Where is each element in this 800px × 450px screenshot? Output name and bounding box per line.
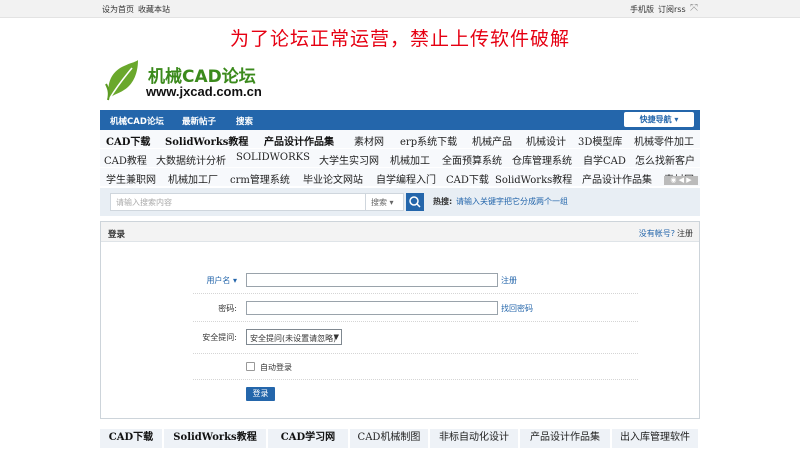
divider — [193, 379, 638, 380]
link-item[interactable]: CAD下载 — [106, 133, 150, 148]
password-input[interactable] — [246, 301, 498, 315]
link-item[interactable]: 产品设计作品集 — [264, 133, 334, 148]
link-item[interactable]: erp系统下载 — [400, 133, 457, 148]
footer-link[interactable]: CAD机械制图 — [350, 429, 430, 448]
leaf-icon — [105, 60, 138, 101]
main-nav: 机械CAD论坛 最新帖子 搜索 快捷导航 ▾ — [100, 110, 700, 130]
link-item[interactable]: SOLIDWORKS — [236, 152, 310, 163]
footer-link[interactable]: 非标自动化设计 — [430, 429, 520, 448]
link-item[interactable]: 产品设计作品集 — [582, 171, 652, 186]
link-item[interactable]: 自学CAD — [583, 152, 626, 167]
divider — [193, 293, 638, 294]
security-question-label: 安全提问: — [202, 333, 237, 342]
security-question-select[interactable]: 安全提问(未设置请忽略) ▼ — [246, 329, 342, 345]
footer-link[interactable]: CAD学习网 — [268, 429, 350, 448]
divider — [193, 353, 638, 354]
set-homepage-link[interactable]: 设为首页 — [102, 4, 134, 15]
hot-search-label: 热搜: — [433, 197, 453, 206]
search-input[interactable]: 请输入搜索内容 — [110, 193, 366, 211]
footer-link[interactable]: CAD下载 — [100, 429, 164, 448]
mobile-version-link[interactable]: 手机版 — [630, 4, 654, 15]
link-row-2: CAD教程 大数据统计分析 SOLIDWORKS 大学生实习网 机械加工 全面预… — [100, 149, 700, 167]
link-item[interactable]: 仓库管理系统 — [512, 152, 572, 167]
footer-link[interactable]: 产品设计作品集 — [520, 429, 612, 448]
link-item[interactable]: 机械加工 — [390, 152, 430, 167]
no-account-text[interactable]: 没有帐号? — [639, 228, 675, 239]
footer-link[interactable]: 出入库管理软件 — [612, 429, 700, 448]
search-type-select[interactable]: 搜索 ▾ — [366, 193, 404, 211]
search-bar: 请输入搜索内容 搜索 ▾ 热搜: 请输入关键字把它分成两个一组 — [100, 188, 700, 216]
link-item[interactable]: 大学生实习网 — [319, 152, 379, 167]
password-label: 密码: — [218, 304, 237, 313]
username-input[interactable] — [246, 273, 498, 287]
security-question-value: 安全提问(未设置请忽略) — [250, 334, 337, 343]
link-item[interactable]: 大数据统计分析 — [156, 152, 226, 167]
link-item[interactable]: 机械设计 — [526, 133, 566, 148]
link-item[interactable]: 3D模型库 — [578, 133, 622, 148]
link-item[interactable]: 素材网 — [354, 133, 384, 148]
link-item[interactable]: SolidWorks教程 — [495, 171, 572, 186]
link-item[interactable]: crm管理系统 — [230, 171, 290, 186]
top-bar: 设为首页 收藏本站 手机版 订阅rss ⤧ — [0, 0, 800, 18]
link-row-1: CAD下载 SolidWorks教程 产品设计作品集 素材网 erp系统下载 机… — [100, 130, 700, 148]
login-submit-button[interactable]: 登录 — [246, 387, 275, 401]
auto-login-label[interactable]: 自动登录 — [260, 362, 292, 373]
auto-login-checkbox[interactable] — [246, 362, 255, 371]
bookmark-link[interactable]: 收藏本站 — [138, 4, 170, 15]
nav-item-latest[interactable]: 最新帖子 — [182, 115, 216, 127]
link-item[interactable]: 学生兼职网 — [106, 171, 156, 186]
register-link[interactable]: 注册 — [501, 275, 517, 286]
nav-item-forum[interactable]: 机械CAD论坛 — [110, 115, 164, 127]
forgot-password-link[interactable]: 找回密码 — [501, 303, 533, 314]
link-item[interactable]: 怎么找新客户 — [635, 152, 695, 167]
site-logo[interactable]: 机械CAD论坛 www.jxcad.com.cn — [104, 56, 274, 104]
notice-banner: 为了论坛正常运营，禁止上传软件破解 — [229, 28, 570, 50]
link-row-3: 学生兼职网 机械加工厂 crm管理系统 毕业论文网站 自学编程入门 CAD下载 … — [100, 168, 700, 186]
login-title: 登录 — [108, 230, 126, 240]
link-item[interactable]: 机械加工厂 — [168, 171, 218, 186]
select-arrow-icon: ▼ — [333, 333, 339, 341]
link-item[interactable]: 机械零件加工 — [634, 133, 694, 148]
login-panel: 登录 没有帐号? 注册 用户名 ▾ 注册 密码: 找回密码 安全提问: 安全提问… — [100, 221, 700, 419]
expand-icon[interactable]: ⤧ — [690, 3, 698, 14]
link-item[interactable]: 机械产品 — [472, 133, 512, 148]
hot-search-text[interactable]: 请输入关键字把它分成两个一组 — [456, 196, 568, 207]
logo-url: www.jxcad.com.cn — [146, 84, 262, 99]
footer-link[interactable]: SolidWorks教程 — [164, 429, 268, 448]
quick-nav-button[interactable]: 快捷导航 ▾ — [624, 112, 694, 127]
link-item[interactable]: CAD下载 — [446, 171, 489, 186]
rss-link[interactable]: 订阅rss — [658, 4, 686, 15]
link-item[interactable]: 毕业论文网站 — [303, 171, 363, 186]
link-item[interactable]: SolidWorks教程 — [165, 133, 248, 148]
link-item[interactable]: CAD教程 — [104, 152, 147, 167]
link-item[interactable]: 全面预算系统 — [442, 152, 502, 167]
nav-item-search[interactable]: 搜索 — [236, 115, 253, 127]
search-icon — [409, 196, 421, 208]
login-header: 登录 没有帐号? 注册 — [101, 222, 699, 242]
search-button[interactable] — [406, 193, 424, 211]
username-type-select[interactable]: 用户名 ▾ — [101, 275, 237, 286]
register-header-link[interactable]: 注册 — [677, 228, 693, 239]
footer-link-row: CAD下载 SolidWorks教程 CAD学习网 CAD机械制图 非标自动化设… — [100, 429, 700, 448]
slide-indicator[interactable]: ◉ ◀ ▶ — [664, 176, 698, 185]
divider — [193, 321, 638, 322]
link-item[interactable]: 自学编程入门 — [376, 171, 436, 186]
